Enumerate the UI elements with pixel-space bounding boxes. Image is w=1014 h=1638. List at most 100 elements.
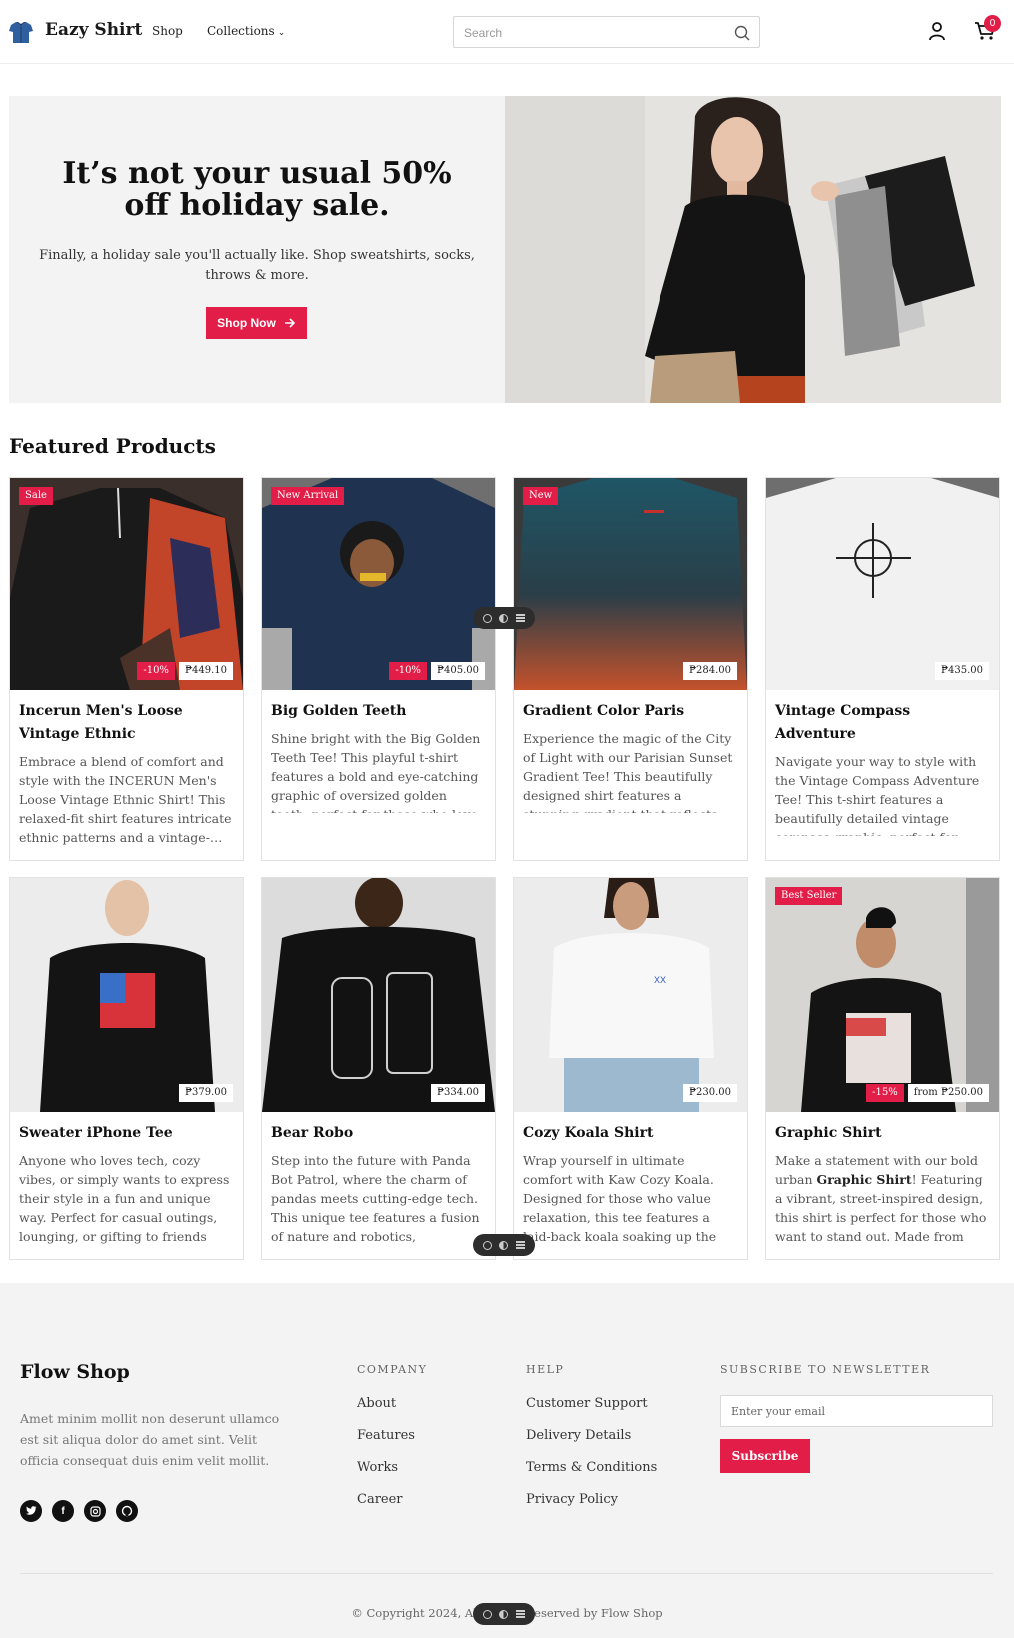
product-name[interactable]: Big Golden Teeth — [262, 690, 495, 723]
footer-divider — [20, 1573, 993, 1574]
twitter-icon[interactable] — [20, 1500, 42, 1522]
discount-badge: -10% — [137, 662, 175, 680]
product-tag-badge: New Arrival — [271, 487, 345, 505]
menu-icon[interactable] — [516, 1241, 526, 1249]
menu-icon[interactable] — [516, 614, 526, 622]
instagram-icon[interactable] — [84, 1500, 106, 1522]
chat-icon[interactable] — [482, 613, 492, 623]
theme-toggle-icon[interactable] — [499, 1609, 509, 1619]
product-image: New ₱284.00 — [514, 478, 747, 690]
product-tag-badge: Best Seller — [775, 887, 843, 905]
theme-toggle-icon[interactable] — [499, 1240, 509, 1250]
nav-shop-link[interactable]: Shop — [152, 24, 183, 38]
hero-subtitle: Finally, a holiday sale you'll actually … — [39, 248, 475, 283]
product-image: Sale -10% ₱449.10 — [10, 478, 243, 690]
product-image: ₱379.00 — [10, 878, 243, 1112]
footer-link-customer-support[interactable]: Customer Support — [526, 1396, 648, 1411]
product-tag-badge: Sale — [19, 487, 53, 505]
shirt-logo-icon[interactable] — [8, 20, 34, 44]
nav-collections-label: Collections — [207, 24, 275, 38]
price-badge: from ₱250.00 — [907, 1084, 989, 1102]
product-name[interactable]: Sweater iPhone Tee — [10, 1112, 243, 1145]
price-badge: ₱405.00 — [430, 662, 485, 680]
product-card[interactable]: Best Seller -15% from ₱250.00 Graphic Sh… — [765, 877, 1000, 1260]
newsletter-heading: SUBSCRIBE TO NEWSLETTER — [720, 1363, 931, 1376]
product-description: Navigate your way to style with the Vint… — [775, 754, 980, 836]
product-card[interactable]: ₱334.00 Bear Robo Step into the future w… — [261, 877, 496, 1260]
product-image: ₱435.00 — [766, 478, 999, 690]
footer-link-delivery-details[interactable]: Delivery Details — [526, 1428, 631, 1443]
discount-badge: -15% — [866, 1084, 904, 1102]
price-badge: ₱435.00 — [934, 662, 989, 680]
product-image: XX ₱230.00 — [514, 878, 747, 1112]
price-badge: ₱334.00 — [430, 1084, 485, 1102]
chat-icon[interactable] — [482, 1609, 492, 1619]
product-description: Make a statement with our bold urban Gra… — [766, 1145, 999, 1245]
github-icon[interactable] — [116, 1500, 138, 1522]
hero-banner: It’s not your usual 50% off holiday sale… — [9, 96, 505, 403]
site-footer: Flow Shop Amet minim mollit non deserunt… — [0, 1283, 1014, 1638]
subscribe-button[interactable]: Subscribe — [720, 1439, 810, 1473]
brand-name[interactable]: Eazy Shirt — [45, 20, 142, 40]
social-links: f — [20, 1500, 138, 1522]
footer-link-about[interactable]: About — [357, 1396, 396, 1411]
footer-brand[interactable]: Flow Shop — [20, 1361, 130, 1383]
user-account-icon[interactable] — [927, 21, 947, 41]
footer-link-privacy-policy[interactable]: Privacy Policy — [526, 1492, 618, 1507]
search-box — [453, 16, 760, 48]
product-name[interactable]: Bear Robo — [262, 1112, 495, 1145]
menu-icon[interactable] — [516, 1610, 526, 1618]
product-description: Wrap yourself in ultimate comfort with K… — [523, 1153, 717, 1244]
product-card[interactable]: ₱435.00 Vintage Compass Adventure Naviga… — [765, 477, 1000, 861]
newsletter-email-input[interactable] — [720, 1395, 993, 1427]
product-tag-badge: New — [523, 487, 559, 505]
arrow-right-icon — [284, 318, 295, 328]
product-image: ₱334.00 — [262, 878, 495, 1112]
description-bold-text: Graphic Shirt — [816, 1172, 912, 1187]
nav-collections-menu[interactable]: Collections ⌄ — [207, 24, 285, 38]
footer-link-terms-conditions[interactable]: Terms & Conditions — [526, 1460, 657, 1475]
floating-toolbar[interactable] — [473, 1234, 535, 1256]
product-name[interactable]: Gradient Color Paris — [514, 690, 747, 723]
discount-badge: -10% — [389, 662, 427, 680]
facebook-icon[interactable]: f — [52, 1500, 74, 1522]
product-card[interactable]: Sale -10% ₱449.10 Incerun Men's Loose Vi… — [9, 477, 244, 861]
product-card[interactable]: New Arrival -10% ₱405.00 Big Golden Teet… — [261, 477, 496, 861]
help-heading: HELP — [526, 1363, 565, 1376]
product-name[interactable]: Cozy Koala Shirt — [514, 1112, 747, 1145]
product-name[interactable]: Graphic Shirt — [766, 1112, 999, 1145]
product-card[interactable]: New ₱284.00 Gradient Color Paris Experie… — [513, 477, 748, 861]
svg-text:XX: XX — [654, 975, 666, 985]
price-badge: ₱284.00 — [682, 662, 737, 680]
search-input[interactable] — [464, 24, 724, 42]
price-badge: ₱230.00 — [682, 1084, 737, 1102]
chevron-down-icon: ⌄ — [277, 28, 286, 38]
product-image: Best Seller -15% from ₱250.00 — [766, 878, 999, 1112]
theme-toggle-icon[interactable] — [499, 613, 509, 623]
product-description: Experience the magic of the City of Ligh… — [523, 731, 733, 813]
footer-link-features[interactable]: Features — [357, 1428, 415, 1443]
product-card[interactable]: XX ₱230.00 Cozy Koala Shirt Wrap yoursel… — [513, 877, 748, 1260]
cart-count-badge: 0 — [984, 15, 1001, 32]
product-description: Step into the future with Panda Bot Patr… — [271, 1153, 480, 1244]
featured-products-title: Featured Products — [9, 434, 216, 458]
product-card[interactable]: ₱379.00 Sweater iPhone Tee Anyone who lo… — [9, 877, 244, 1260]
hero-title: It’s not your usual 50% off holiday sale… — [62, 156, 452, 223]
search-icon[interactable] — [734, 25, 750, 41]
product-description: Shine bright with the Big Golden Teeth T… — [271, 731, 481, 813]
company-heading: COMPANY — [357, 1363, 428, 1376]
product-name[interactable]: Vintage Compass Adventure — [766, 690, 999, 746]
footer-link-career[interactable]: Career — [357, 1492, 403, 1507]
product-description: Anyone who loves tech, cozy vibes, or si… — [19, 1153, 230, 1244]
product-image: New Arrival -10% ₱405.00 — [262, 478, 495, 690]
shop-now-label: Shop Now — [217, 316, 276, 330]
price-badge: ₱449.10 — [178, 662, 233, 680]
site-header: Eazy Shirt Shop Collections⌄ 0 — [0, 0, 1014, 64]
shop-now-button[interactable]: Shop Now — [206, 307, 307, 339]
hero-image-woman-shopping-bags — [505, 96, 1001, 403]
floating-toolbar[interactable] — [473, 607, 535, 629]
chat-icon[interactable] — [482, 1240, 492, 1250]
product-name[interactable]: Incerun Men's Loose Vintage Ethnic — [10, 690, 243, 746]
floating-toolbar[interactable] — [473, 1603, 535, 1625]
footer-link-works[interactable]: Works — [357, 1460, 398, 1475]
